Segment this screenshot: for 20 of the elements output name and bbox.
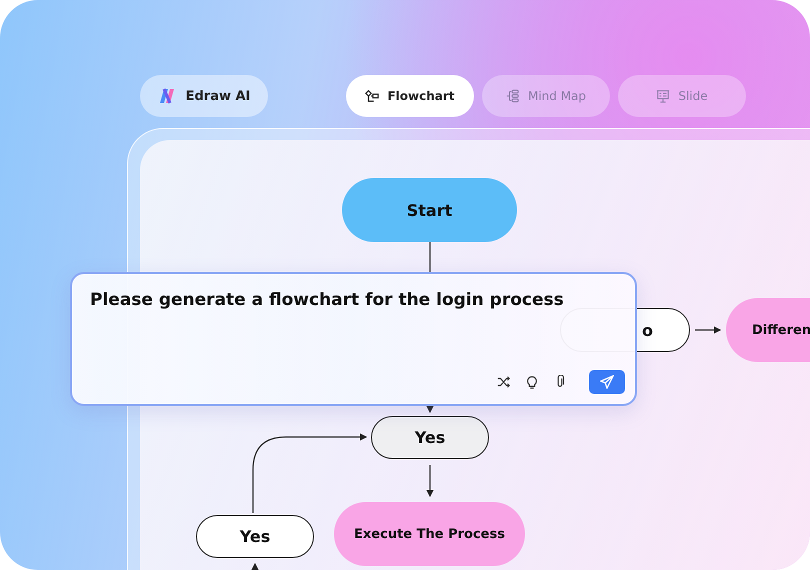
connector-arrow [426,406,434,414]
flowchart-node: Execute The Process [334,502,525,566]
flowchart-node: Yes [371,416,489,459]
mind-map-icon [506,89,520,103]
mode-tab[interactable]: Flowchart [346,75,474,117]
send-icon [600,375,614,389]
connector-arrow [251,562,259,570]
lightbulb-icon[interactable] [525,375,539,389]
prompt-text: Please generate a flowchart for the login process [90,290,564,310]
flowchart-node: Differen [726,298,810,362]
shuffle-icon[interactable] [497,375,511,389]
flowchart-icon [365,89,380,103]
connector-arrow [695,326,722,334]
send-button[interactable] [589,370,625,394]
flowchart-node: Start [342,178,517,242]
flowchart-node: Yes [196,515,314,558]
brand-name: Edraw AI [186,88,250,104]
connector-arrow [426,465,434,498]
prompt-field[interactable]: Please generate a flowchart for the login process [70,272,637,406]
presentation-icon [656,89,670,103]
